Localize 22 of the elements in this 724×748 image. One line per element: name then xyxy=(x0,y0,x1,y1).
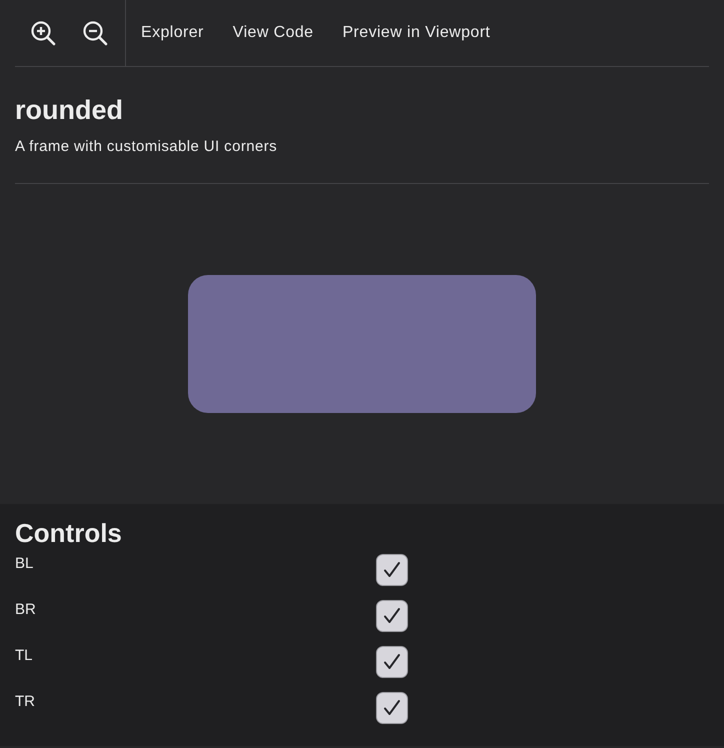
control-label: BR xyxy=(15,600,37,620)
zoom-out-icon xyxy=(82,20,108,46)
checkbox[interactable] xyxy=(376,554,408,586)
controls-title: Controls xyxy=(15,518,123,548)
check-icon xyxy=(383,699,401,717)
story-description: A frame with customisable UI corners xyxy=(15,137,278,157)
check-icon xyxy=(383,607,401,625)
control-label: TR xyxy=(15,692,36,712)
toolbar-link[interactable]: View Code xyxy=(232,24,314,42)
checkbox[interactable] xyxy=(376,600,408,632)
zoom-in-button[interactable] xyxy=(30,20,56,46)
check-icon xyxy=(383,561,401,579)
toolbar-link[interactable]: Explorer xyxy=(141,24,204,42)
zoom-out-button[interactable] xyxy=(82,20,108,46)
toolbar-link[interactable]: Preview in Viewport xyxy=(342,24,490,42)
control-label: TL xyxy=(15,646,34,666)
checkbox[interactable] xyxy=(376,646,408,678)
checkbox[interactable] xyxy=(376,692,408,724)
story-title: rounded xyxy=(15,94,124,127)
control-label: BL xyxy=(15,554,34,574)
check-icon xyxy=(383,653,401,671)
zoom-in-icon xyxy=(30,20,56,46)
